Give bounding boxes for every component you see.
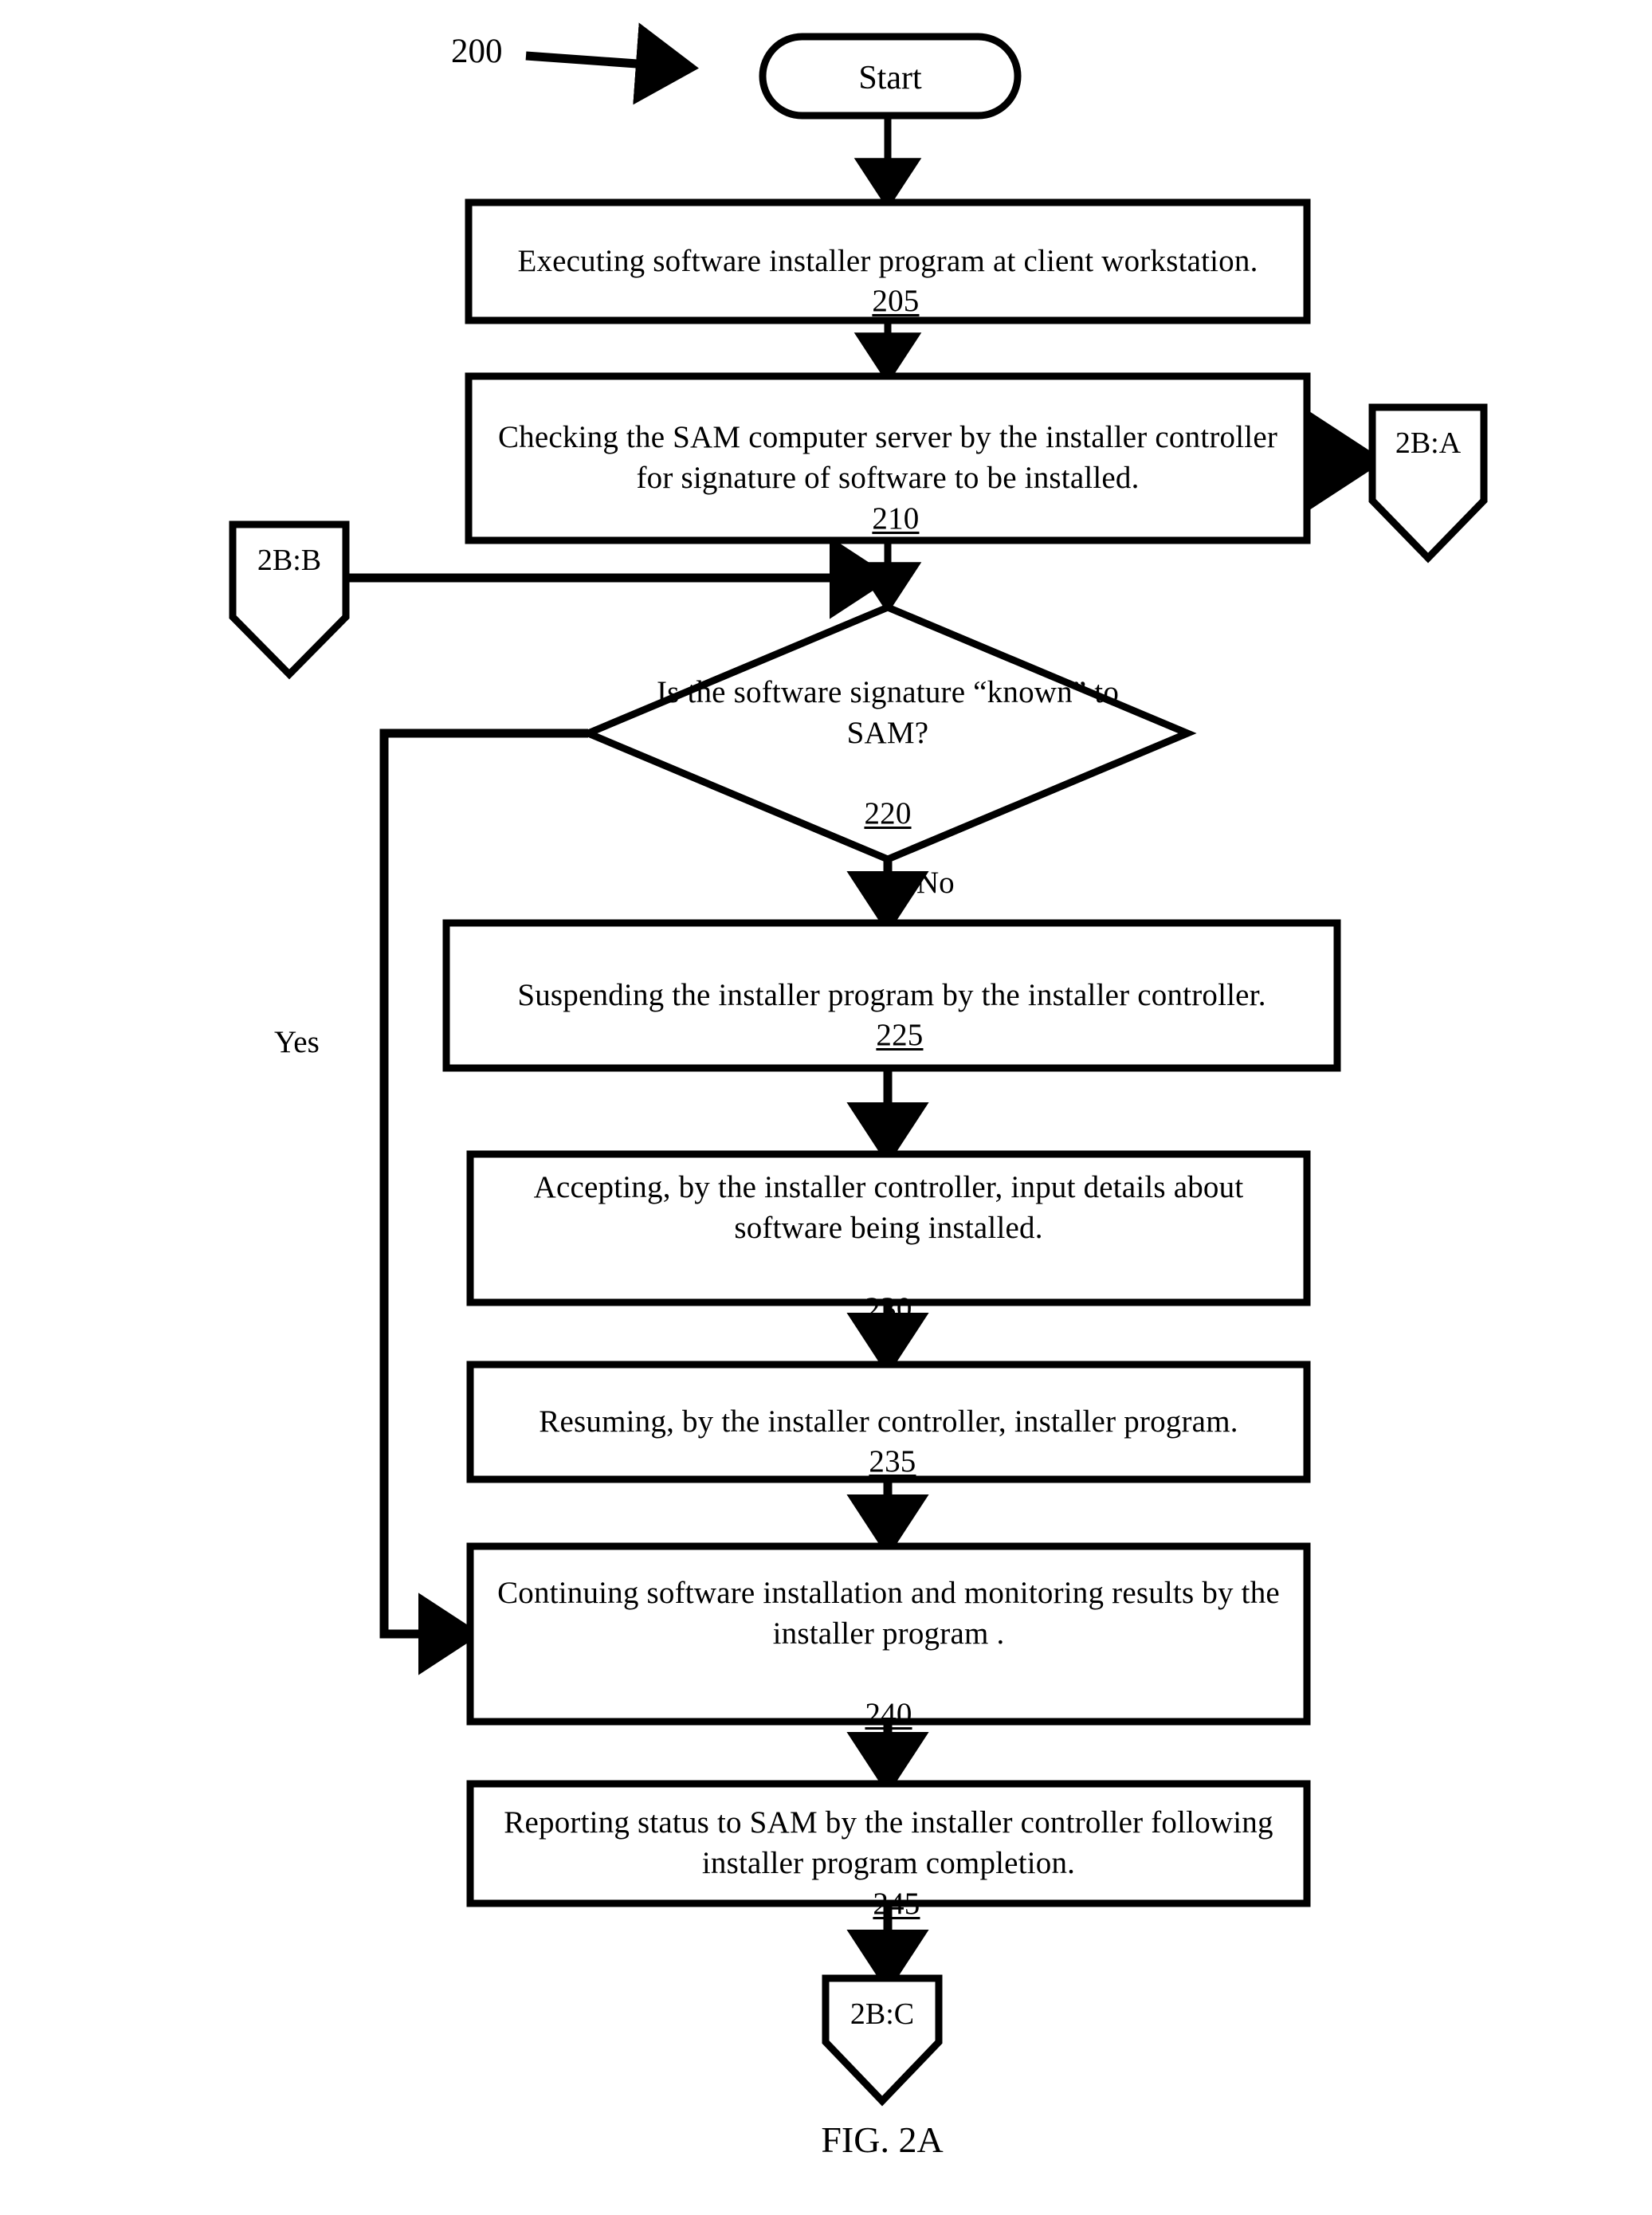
reference-numeral-leader [525, 22, 699, 105]
process-box-245 [466, 1780, 1311, 1907]
process-box-230 [466, 1150, 1311, 1306]
offpage-connector-2b-c-label: 2B:C [850, 1997, 915, 2031]
offpage-connector-2b-b-label: 2B:B [257, 544, 322, 577]
edge-label-no: No [916, 866, 955, 900]
figure-caption: FIG. 2A [821, 2119, 944, 2160]
offpage-connector-2b-a-label: 2B:A [1395, 426, 1462, 460]
process-box-210 [465, 372, 1311, 544]
start-terminator-label: Start [858, 60, 922, 96]
process-box-235 [466, 1361, 1311, 1483]
decision-diamond-220 [579, 603, 1197, 863]
flowchart-canvas [229, 22, 1488, 2107]
process-box-240 [466, 1542, 1311, 1726]
process-box-205 [465, 198, 1311, 324]
edge-label-yes: Yes [274, 1025, 320, 1059]
figure-reference-numeral: 200 [451, 33, 503, 70]
process-box-225 [442, 919, 1341, 1072]
patent-figure-sheet: 200 Start Executing software installer p… [0, 0, 1652, 2215]
